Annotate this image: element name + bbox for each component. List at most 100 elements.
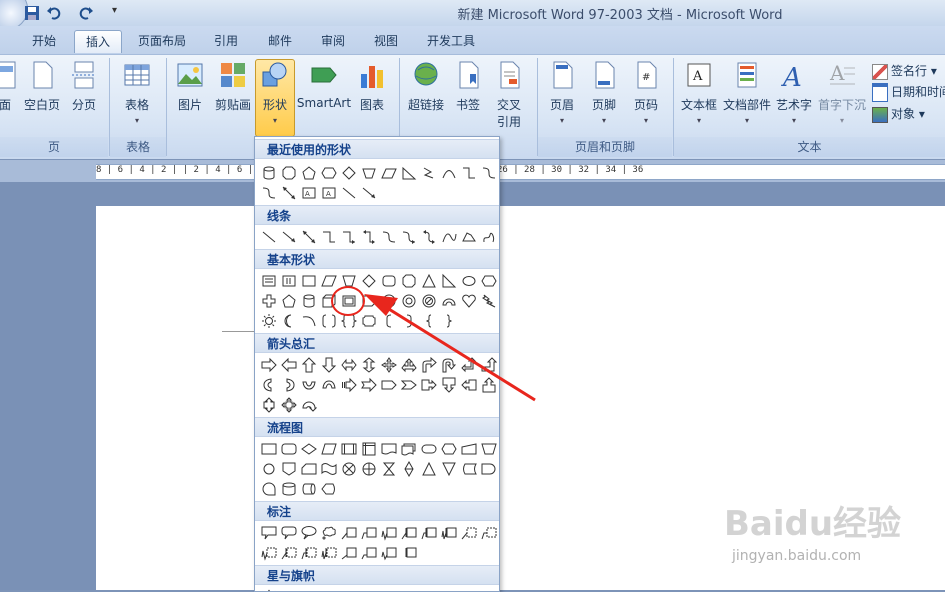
bookmark-button[interactable]: 书签 (450, 60, 486, 136)
flowchart-card-icon[interactable] (299, 459, 319, 479)
tab-page-layout[interactable]: 页面布局 (130, 30, 194, 52)
rectangular-callout-icon[interactable] (259, 523, 279, 543)
double-bracket-icon[interactable] (319, 311, 339, 331)
undo-icon[interactable] (46, 5, 62, 21)
flowchart-preparation-icon[interactable] (439, 439, 459, 459)
can-icon[interactable] (299, 291, 319, 311)
line-callout-border-accent-3-icon[interactable] (319, 543, 339, 563)
shape-text-box-icon[interactable]: A (299, 183, 319, 203)
flowchart-terminator-icon[interactable] (419, 439, 439, 459)
curved-left-arrow-icon[interactable] (279, 375, 299, 395)
customize-qat-icon[interactable]: ▾ (112, 5, 117, 16)
scribble-icon[interactable] (479, 227, 499, 247)
sun-icon[interactable] (259, 311, 279, 331)
elbow-arrow-connector-icon[interactable] (339, 227, 359, 247)
tab-references[interactable]: 引用 (206, 30, 246, 52)
blank-page-button[interactable]: 空白页 (22, 60, 62, 136)
shape-freeform-icon[interactable] (419, 163, 439, 183)
line-callout-border-1-icon[interactable] (459, 523, 479, 543)
flowchart-decision-icon[interactable] (299, 439, 319, 459)
shape-octagon-icon[interactable] (279, 163, 299, 183)
parallelogram-icon[interactable] (319, 271, 339, 291)
freeform-icon[interactable] (459, 227, 479, 247)
up-arrow-icon[interactable] (299, 355, 319, 375)
line-callout-accent-3-icon[interactable] (439, 523, 459, 543)
flowchart-punched-tape-icon[interactable] (319, 459, 339, 479)
flowchart-sequential-storage-icon[interactable] (259, 479, 279, 499)
shape-line-icon[interactable] (339, 183, 359, 203)
shape-vertical-text-icon[interactable]: A (319, 183, 339, 203)
shape-trapezoid-icon[interactable] (359, 163, 379, 183)
flowchart-offpage-connector-icon[interactable] (279, 459, 299, 479)
flowchart-multidocument-icon[interactable] (399, 439, 419, 459)
tab-developer[interactable]: 开发工具 (420, 30, 482, 52)
hyperlink-button[interactable]: 超链接 (404, 60, 448, 136)
curved-right-arrow-icon[interactable] (259, 375, 279, 395)
shape-parallelogram-icon[interactable] (379, 163, 399, 183)
oval-callout-icon[interactable] (299, 523, 319, 543)
tab-mailings[interactable]: 邮件 (260, 30, 300, 52)
line-callout-3-icon[interactable] (379, 523, 399, 543)
curved-down-arrow-icon[interactable] (319, 375, 339, 395)
flowchart-alternate-process-icon[interactable] (279, 439, 299, 459)
double-arrow-icon[interactable] (299, 227, 319, 247)
flowchart-or-icon[interactable] (359, 459, 379, 479)
shape-arc-icon[interactable] (439, 163, 459, 183)
line-callout-no-border-3-icon[interactable] (379, 543, 399, 563)
line-callout-border-accent-2-icon[interactable] (299, 543, 319, 563)
shape-curved-arrow-icon[interactable] (259, 183, 279, 203)
line-callout-no-border-accent-icon[interactable] (399, 543, 419, 563)
flowchart-direct-access-storage-icon[interactable] (299, 479, 319, 499)
text-box-button[interactable]: A 文本框 ▾ (678, 60, 720, 136)
curved-connector-icon[interactable] (379, 227, 399, 247)
flowchart-data-icon[interactable] (319, 439, 339, 459)
quick-parts-button[interactable]: 文档部件 ▾ (722, 60, 772, 136)
up-down-arrow-callout-icon[interactable] (259, 395, 279, 415)
shape-curved-connector-icon[interactable] (479, 163, 499, 183)
header-button[interactable]: 页眉 ▾ (544, 60, 580, 136)
wordart-button[interactable]: A 艺术字 ▾ (774, 60, 814, 136)
save-icon[interactable] (24, 5, 40, 21)
flowchart-magnetic-disk-icon[interactable] (279, 479, 299, 499)
drop-cap-button[interactable]: A 首字下沉 ▾ (816, 60, 868, 136)
object-button[interactable]: 对象 ▾ (872, 105, 925, 123)
picture-button[interactable]: 图片 (172, 60, 208, 136)
flowchart-manual-operation-icon[interactable] (479, 439, 499, 459)
tab-view[interactable]: 视图 (366, 30, 406, 52)
flowchart-display-icon[interactable] (319, 479, 339, 499)
arc-icon[interactable] (299, 311, 319, 331)
curved-up-arrow-icon[interactable] (299, 375, 319, 395)
flowchart-internal-storage-icon[interactable] (359, 439, 379, 459)
flowchart-document-icon[interactable] (379, 439, 399, 459)
page-number-button[interactable]: # 页码 ▾ (628, 60, 664, 136)
cloud-callout-icon[interactable] (319, 523, 339, 543)
flowchart-connector-icon[interactable] (259, 459, 279, 479)
horizontal-ruler[interactable]: 8 | 6 | 4 | 2 | | 2 | 4 | 6 | 8 | 10 | 1… (96, 164, 945, 180)
rectangle-icon[interactable] (299, 271, 319, 291)
circular-arrow-icon[interactable] (299, 395, 319, 415)
line-callout-border-2-icon[interactable] (479, 523, 499, 543)
down-arrow-icon[interactable] (319, 355, 339, 375)
left-arrow-icon[interactable] (279, 355, 299, 375)
flowchart-delay-icon[interactable] (479, 459, 499, 479)
page-break-button[interactable]: 分页 (66, 60, 102, 136)
quad-arrow-callout-icon[interactable] (279, 395, 299, 415)
flowchart-stored-data-icon[interactable] (459, 459, 479, 479)
redo-icon[interactable] (78, 5, 94, 21)
cross-reference-button[interactable]: 交叉 引用 (490, 60, 528, 136)
vertical-text-box-icon[interactable] (279, 271, 299, 291)
footer-button[interactable]: 页脚 ▾ (586, 60, 622, 136)
line-callout-no-border-2-icon[interactable] (359, 543, 379, 563)
shape-arrow-line-icon[interactable] (359, 183, 379, 203)
flowchart-process-icon[interactable] (259, 439, 279, 459)
line-callout-border-3-icon[interactable] (259, 543, 279, 563)
flowchart-summing-junction-icon[interactable] (339, 459, 359, 479)
curved-arrow-connector-icon[interactable] (399, 227, 419, 247)
clip-art-button[interactable]: 剪贴画 (212, 60, 254, 136)
shape-diamond-icon[interactable] (339, 163, 359, 183)
rounded-rectangular-callout-icon[interactable] (279, 523, 299, 543)
line-icon[interactable] (259, 227, 279, 247)
right-arrow-icon[interactable] (259, 355, 279, 375)
curved-double-arrow-icon[interactable] (419, 227, 439, 247)
pentagon-icon[interactable] (279, 291, 299, 311)
